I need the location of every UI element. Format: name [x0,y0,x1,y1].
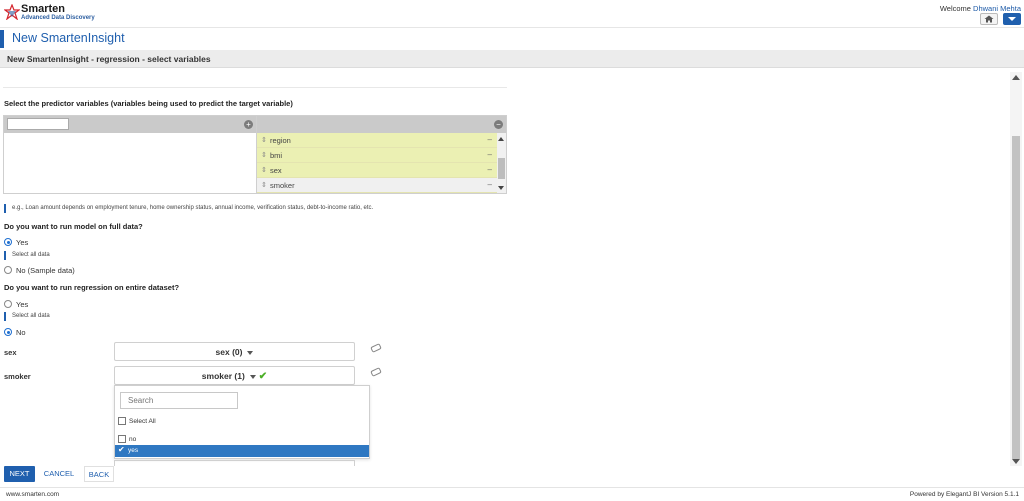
full-data-question: Do you want to run model on full data? [4,222,143,231]
clear-filter-eraser-icon[interactable] [370,343,382,353]
page-scrollbar[interactable] [1010,72,1022,466]
entire-dataset-no-label[interactable]: No [16,328,26,337]
full-data-yes-label[interactable]: Yes [16,238,28,247]
filter-label-smoker: smoker [4,372,31,381]
page-title: New SmartenInsight [12,31,125,45]
smarten-logo[interactable]: Smarten Advanced Data Discovery [4,3,124,23]
list-scroll-up-icon[interactable] [498,137,504,141]
scroll-down-arrow-icon[interactable] [1012,459,1020,464]
full-data-no-label[interactable]: No (Sample data) [16,266,75,275]
remove-variable-icon[interactable]: – [488,135,492,144]
entire-dataset-question: Do you want to run regression on entire … [4,283,180,292]
selected-variable-name: sex [270,166,282,175]
user-name-link[interactable]: Dhwani Mehta [973,4,1021,13]
selected-variable-item[interactable]: ⇕ sex – [257,163,497,178]
remove-variable-icon[interactable]: – [488,165,492,174]
filter-label-sex: sex [4,348,17,357]
footer: www.smarten.com Powered by ElegantJ BI V… [0,487,1024,501]
footer-site-link[interactable]: www.smarten.com [6,491,59,498]
smoker-filter-select[interactable]: smoker (1) ✔ [114,366,355,385]
next-button[interactable]: NEXT [4,466,35,482]
scroll-thumb[interactable] [1012,136,1020,459]
section-divider [3,87,507,88]
welcome-text: Welcome [939,4,971,13]
logo-tagline: Advanced Data Discovery [21,15,95,21]
remove-variable-icon[interactable]: – [488,180,492,189]
clear-filter-eraser-icon[interactable] [370,367,382,377]
scroll-up-arrow-icon[interactable] [1012,75,1020,80]
full-data-note: Select all data [4,251,50,260]
drag-handle-icon[interactable]: ⇕ [261,166,267,174]
full-data-yes-radio[interactable] [4,238,12,246]
option-yes-row[interactable]: ✔ yes [115,445,369,457]
predictor-variables-label: Select the predictor variables (variable… [4,99,293,108]
select-all-checkbox[interactable] [118,417,126,425]
entire-dataset-yes-radio[interactable] [4,300,12,308]
selected-list-scrollbar[interactable] [497,133,506,193]
cancel-button[interactable]: CANCEL [40,466,78,482]
filter-applied-check-icon: ✔ [258,371,268,382]
checkmark-icon[interactable]: ✔ [118,446,126,454]
add-all-plus-icon[interactable]: + [244,120,253,129]
select-all-label[interactable]: Select All [129,418,156,425]
home-button[interactable] [980,13,998,25]
entire-dataset-note: Select all data [4,312,50,321]
drag-handle-icon[interactable]: ⇕ [261,181,267,189]
footer-version: Powered by ElegantJ BI Version 5.1.1 [909,491,1019,498]
selected-variable-item[interactable]: ⇕ smoker – [257,178,497,193]
option-no-label[interactable]: no [129,436,136,443]
dropdown-search-input[interactable] [120,392,238,409]
chevron-down-icon [247,350,254,355]
list-scroll-thumb[interactable] [498,158,505,179]
entire-dataset-no-radio[interactable] [4,328,12,336]
remove-all-minus-icon[interactable]: − [494,120,503,129]
selected-variables-list: ⇕ region – ⇕ bmi – ⇕ sex – ⇕ smoker – [257,133,497,193]
smoker-filter-dropdown: Select All no ✔ yes [114,385,370,459]
chevron-down-icon [249,374,256,379]
wizard-step-header: New SmartenInsight - regression - select… [0,50,1024,68]
drag-handle-icon[interactable]: ⇕ [261,136,267,144]
wizard-step-title: New SmartenInsight - regression - select… [7,54,211,64]
smoker-filter-value: smoker (1) [201,371,245,381]
sex-filter-value: sex (0) [215,347,243,357]
selected-variable-name: smoker [270,181,295,190]
selected-variable-name: region [270,136,291,145]
next-filter-select-partial[interactable] [114,460,355,466]
list-scroll-down-icon[interactable] [498,186,504,190]
drag-handle-icon[interactable]: ⇕ [261,151,267,159]
selected-variable-item[interactable]: ⇕ bmi – [257,148,497,163]
sex-filter-select[interactable]: sex (0) [114,342,355,361]
home-icon [984,15,994,23]
selected-variable-item[interactable]: ⇕ region – [257,133,497,148]
option-yes-label[interactable]: yes [128,447,138,454]
selected-variable-name: bmi [270,151,283,160]
entire-dataset-yes-label[interactable]: Yes [16,300,28,309]
predictor-variable-picker: + − ⇕ region – ⇕ bmi – ⇕ sex – ⇕ smoker … [3,115,507,194]
welcome-message: Welcome Dhwani Mehta [940,4,1021,13]
title-accent [0,30,4,48]
predictor-hint: e.g., Loan amount depends on employment … [4,204,373,213]
full-data-no-radio[interactable] [4,266,12,274]
remove-variable-icon[interactable]: – [488,150,492,159]
picker-header: + − [4,116,506,133]
logo-mark-icon [4,4,20,20]
option-no-checkbox[interactable] [118,435,126,443]
back-button[interactable]: BACK [84,466,114,482]
logo-name: Smarten [21,3,66,15]
title-bar: New SmartenInsight [0,27,1024,49]
user-menu-dropdown-button[interactable] [1003,13,1021,25]
top-bar: Smarten Advanced Data Discovery Welcome … [0,0,1024,26]
available-variables-filter-input[interactable] [7,118,69,130]
